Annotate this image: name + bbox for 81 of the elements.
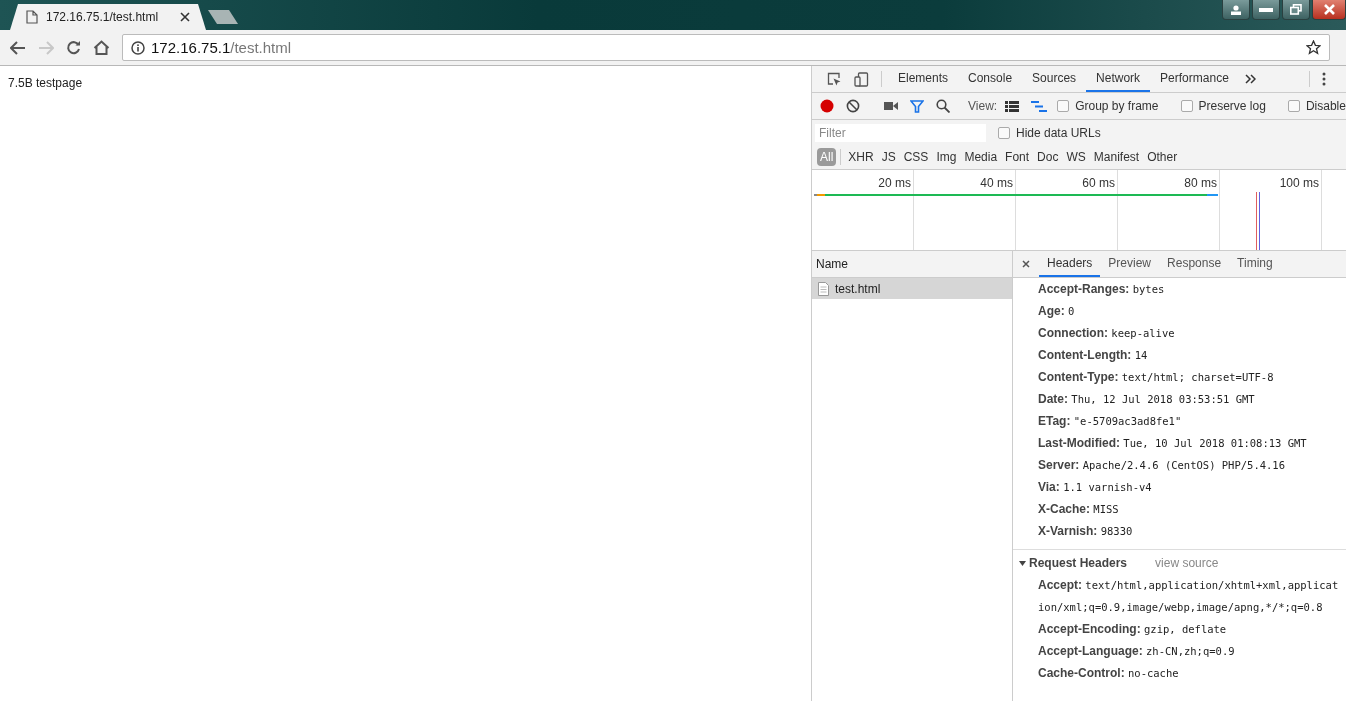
filter-icon[interactable] [910, 99, 924, 113]
header-line: Connection: keep-alive [1038, 325, 1176, 342]
inspect-icon[interactable] [827, 71, 842, 87]
detail-tab[interactable]: Response [1159, 251, 1230, 277]
filter-field[interactable]: Filter [815, 123, 986, 142]
header-line: Via: 1.1 varnish-v4 [1038, 479, 1153, 496]
triangle-icon [1019, 559, 1026, 567]
view-label: View: [968, 99, 998, 113]
address-field[interactable]: 172.16.75.1/test.html [122, 34, 1330, 61]
star-icon[interactable] [1306, 40, 1321, 55]
checkbox[interactable]: Group by frame [1057, 99, 1159, 113]
detail-tab[interactable]: Preview [1100, 251, 1160, 277]
header-line: Date: Thu, 12 Jul 2018 03:53:51 GMT [1038, 391, 1256, 408]
record-button[interactable] [820, 99, 834, 113]
type-filter[interactable]: JS [878, 148, 899, 166]
tick-label: 100 ms [1279, 176, 1319, 190]
type-filter[interactable]: Font [1002, 148, 1033, 166]
back-icon[interactable] [10, 40, 26, 55]
search-icon[interactable] [936, 99, 950, 113]
type-filter[interactable]: XHR [845, 148, 877, 166]
panel-tab[interactable]: Elements [888, 66, 959, 92]
header-line: Accept-Language: zh-CN,zh;q=0.9 [1038, 643, 1236, 660]
header-line: Server: Apache/2.4.6 (CentOS) PHP/5.4.16 [1038, 457, 1286, 474]
close-icon[interactable] [1022, 260, 1030, 268]
header-line: Accept-Ranges: bytes [1038, 281, 1166, 298]
new-tab-button[interactable] [208, 10, 238, 24]
restore-icon [1290, 4, 1302, 15]
header-line: Content-Type: text/html; charset=UTF-8 [1038, 369, 1275, 386]
document-icon [818, 281, 829, 296]
checkbox[interactable]: Preserve log [1180, 99, 1266, 113]
view-source-link[interactable]: view source [1155, 554, 1219, 572]
device-icon[interactable] [854, 71, 869, 87]
info-icon [131, 40, 145, 55]
header-line: Content-Length: 14 [1038, 347, 1149, 364]
home-icon[interactable] [93, 40, 110, 55]
minimize-button[interactable] [1252, 0, 1280, 20]
type-filter[interactable]: WS [1063, 148, 1089, 166]
panel-tab[interactable]: Performance [1150, 66, 1239, 92]
close-icon[interactable] [180, 12, 190, 22]
more-tabs-icon[interactable] [1244, 74, 1256, 84]
menu-icon[interactable] [1322, 72, 1326, 86]
user-button[interactable] [1222, 0, 1250, 20]
type-filter[interactable]: Other [1144, 148, 1181, 166]
header-line: X-Cache: MISS [1038, 501, 1120, 518]
type-filter[interactable]: Doc [1034, 148, 1062, 166]
header-line: Last-Modified: Tue, 10 Jul 2018 01:08:13 GMT [1038, 435, 1308, 452]
list-view-icon[interactable] [1005, 100, 1020, 112]
detail-tab[interactable]: Timing [1229, 251, 1281, 277]
header-line: Accept-Encoding: gzip, deflate [1038, 621, 1228, 638]
close-button[interactable] [1312, 0, 1346, 20]
panel-tab[interactable]: Sources [1022, 66, 1087, 92]
clear-icon[interactable] [846, 99, 860, 113]
section-toggle[interactable]: Request Headers [1019, 554, 1128, 572]
tick-label: 40 ms [980, 176, 1013, 190]
header-line: Cache-Control: no-cache [1038, 665, 1180, 682]
waterfall-icon[interactable] [1031, 100, 1048, 112]
user-icon [1230, 4, 1242, 15]
type-filter[interactable]: Media [961, 148, 1001, 166]
restore-button[interactable] [1282, 0, 1310, 20]
column-header[interactable]: Name [816, 257, 848, 271]
header-line: Age: 0 [1038, 303, 1076, 320]
browser-tab[interactable]: 172.16.75.1/test.html [10, 4, 206, 30]
page-icon [26, 10, 38, 24]
type-filter[interactable]: CSS [900, 148, 932, 166]
header-line: X-Varnish: 98330 [1038, 523, 1134, 540]
checkbox[interactable]: Hide data URLs [998, 125, 1101, 140]
tick-label: 80 ms [1184, 176, 1217, 190]
type-filter[interactable]: Img [933, 148, 960, 166]
close-icon [1322, 4, 1336, 15]
camera-icon[interactable] [884, 101, 898, 111]
tick-label: 20 ms [878, 176, 911, 190]
tick-label: 60 ms [1082, 176, 1115, 190]
page-text: 7.5B testpage [8, 76, 83, 90]
checkbox[interactable]: Disable [1287, 99, 1346, 113]
request-row[interactable]: test.html [812, 278, 1012, 299]
minimize-icon [1259, 7, 1273, 12]
reload-icon[interactable] [66, 40, 81, 55]
type-filter[interactable]: Manifest [1090, 148, 1143, 166]
detail-tab[interactable]: Headers [1039, 251, 1101, 277]
header-line: ETag: "e-5709ac3ad8fe1" [1038, 413, 1183, 430]
panel-tab[interactable]: Console [958, 66, 1023, 92]
